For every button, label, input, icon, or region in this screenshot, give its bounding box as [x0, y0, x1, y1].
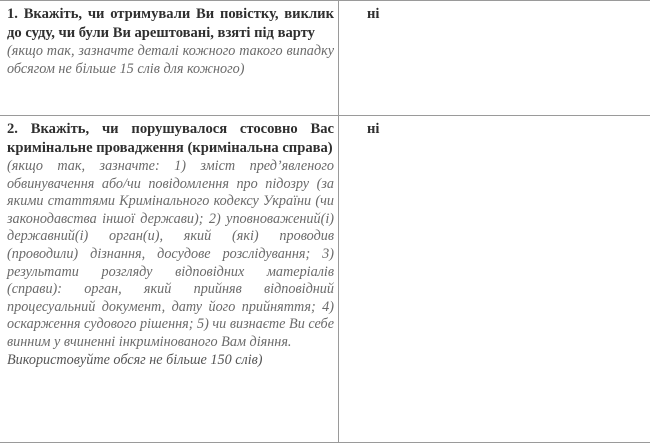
answer-text: ні: [349, 120, 650, 139]
question-hint: (якщо так, зазначте деталі кожного таког…: [7, 43, 334, 78]
questionnaire-table: 1. Вкажіть, чи отримували Ви повістку, в…: [0, 0, 650, 443]
question-text: 1. Вкажіть, чи отримували Ви повістку, в…: [7, 5, 334, 43]
answer-cell: ні: [339, 1, 650, 116]
question-hint-limit: Використовуйте обсяг не більше 150 слів): [7, 352, 334, 370]
question-cell: 1. Вкажіть, чи отримували Ви повістку, в…: [0, 1, 339, 116]
answer-text: ні: [349, 5, 650, 24]
answer-cell: ні: [339, 116, 650, 443]
table-row: 1. Вкажіть, чи отримували Ви повістку, в…: [0, 1, 650, 116]
question-cell: 2. Вкажіть, чи порушувалося стосовно Вас…: [0, 116, 339, 443]
question-text: 2. Вкажіть, чи порушувалося стосовно Вас…: [7, 120, 334, 158]
table-row: 2. Вкажіть, чи порушувалося стосовно Вас…: [0, 116, 650, 443]
question-hint: (якщо так, зазначте: 1) зміст пред’явлен…: [7, 158, 334, 352]
document-page: 1. Вкажіть, чи отримували Ви повістку, в…: [0, 0, 650, 435]
